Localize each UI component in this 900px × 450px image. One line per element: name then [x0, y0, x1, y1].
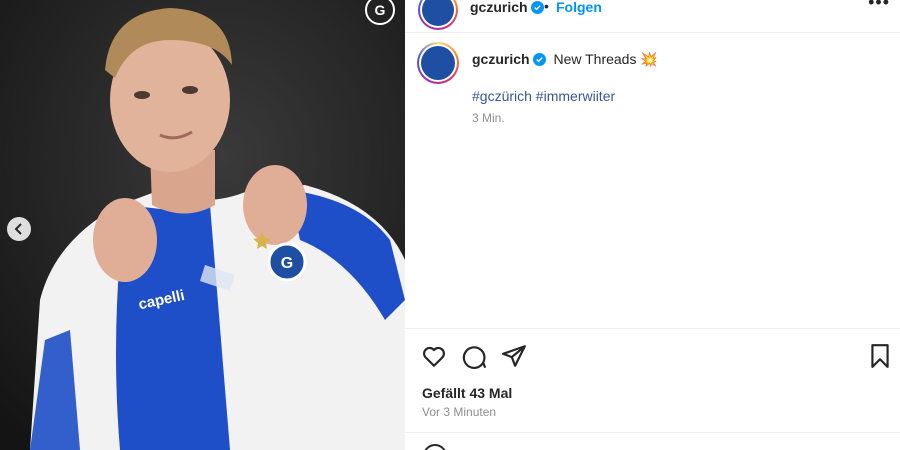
caption-hashtags[interactable]: #gczürich #immerwiiter [472, 88, 615, 104]
action-bar: Gefällt 43 Mal Vor 3 Minuten [405, 328, 900, 450]
verified-badge-icon [530, 1, 544, 14]
caption-username[interactable]: gczurich [472, 51, 530, 67]
post-side-panel: gczurich • Folgen ••• gczurich New Threa… [405, 0, 900, 450]
avatar[interactable] [418, 0, 458, 30]
more-options-icon[interactable]: ••• [868, 0, 890, 13]
svg-text:G: G [281, 255, 293, 272]
post-image[interactable]: G capelli G [0, 0, 405, 450]
comment-bar [405, 432, 900, 450]
share-icon[interactable] [501, 343, 527, 369]
separator-dot: • [544, 0, 549, 14]
header-username-text[interactable]: gczurich [470, 0, 528, 15]
bookmark-icon[interactable] [867, 343, 893, 369]
svg-text:G: G [375, 2, 386, 18]
caption-text: New Threads 💥 [553, 51, 658, 67]
post-header: gczurich • Folgen ••• [405, 0, 900, 33]
comment-icon[interactable] [461, 343, 487, 369]
emoji-icon[interactable] [423, 444, 447, 450]
post-timestamp: Vor 3 Minuten [422, 405, 497, 419]
follow-button[interactable]: Folgen [556, 0, 602, 15]
club-watermark-icon: G [364, 0, 396, 26]
likes-count[interactable]: Gefällt 43 Mal [422, 385, 512, 401]
caption-avatar[interactable] [417, 42, 459, 84]
verified-badge-icon [532, 53, 546, 66]
heart-icon[interactable] [421, 343, 447, 369]
club-logo-icon [421, 46, 455, 80]
chevron-left-icon [14, 223, 22, 235]
header-username[interactable]: gczurich [470, 0, 544, 15]
player-photo: G capelli [0, 0, 405, 450]
caption-line: gczurich New Threads 💥 [472, 51, 658, 68]
instagram-post-view: G capelli G gczurich • Folgen ••• gczuri… [0, 0, 900, 450]
caption-timestamp: 3 Min. [472, 111, 505, 125]
carousel-prev-button[interactable] [7, 217, 31, 241]
